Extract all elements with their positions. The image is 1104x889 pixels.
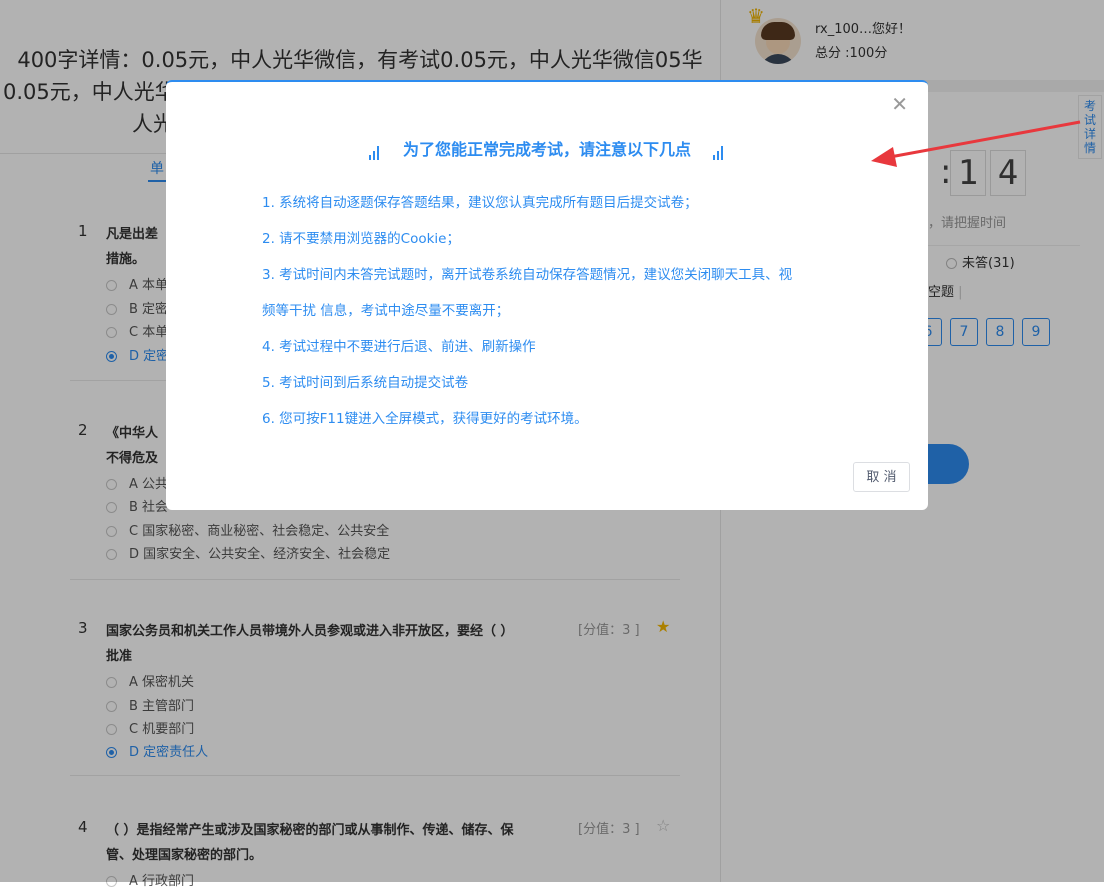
exam-page: 400字详情：0.05元，中人光华微信，有考试0.05元，中人光华微信05华 0… — [0, 0, 1104, 889]
arrow-shaft — [889, 120, 1081, 159]
annotation-arrow — [871, 120, 1081, 167]
arrow-head — [871, 147, 897, 167]
